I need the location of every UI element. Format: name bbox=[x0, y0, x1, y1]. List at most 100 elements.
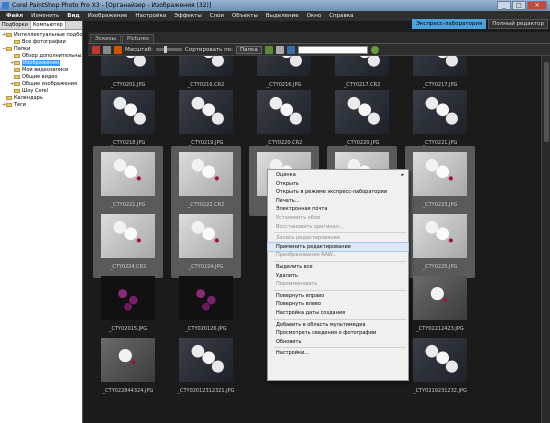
context-menu-item: Преобразование RAW... bbox=[268, 251, 408, 260]
photo-thumbnail[interactable]: _CTY0224.JPG bbox=[171, 208, 241, 278]
photo-thumbnail[interactable]: _CTY0221.JPG bbox=[93, 146, 163, 216]
menu-item[interactable]: Настройка bbox=[131, 11, 170, 21]
menu-item[interactable]: Вид bbox=[63, 11, 84, 21]
context-menu-item[interactable]: Настройка даты создания bbox=[268, 309, 408, 318]
menu-item[interactable]: Объекты bbox=[228, 11, 262, 21]
menu-item[interactable]: Изменить bbox=[27, 11, 63, 21]
vertical-scrollbar[interactable] bbox=[541, 56, 550, 423]
menu-separator bbox=[274, 347, 406, 349]
tree-item[interactable]: Все фотографии bbox=[0, 38, 82, 45]
context-menu-item[interactable]: Повернуть вправо bbox=[268, 292, 408, 301]
tree-item-label: Интеллектуальные подборки bbox=[14, 31, 82, 38]
minimize-button[interactable]: _ bbox=[497, 1, 511, 10]
tree-item[interactable]: − Папки bbox=[0, 45, 82, 52]
window-title: Corel PaintShop Photo Pro X3 - [Органайз… bbox=[12, 2, 212, 9]
info-icon[interactable] bbox=[286, 45, 295, 54]
thumbnail-image bbox=[101, 214, 155, 258]
context-menu-label: Установить обои bbox=[276, 214, 321, 221]
context-menu-label: Повернуть вправо bbox=[276, 292, 325, 299]
menu-item[interactable]: Окно bbox=[303, 11, 326, 21]
photo-thumbnail[interactable]: _CTY0224.CR2 bbox=[93, 208, 163, 278]
zoom-slider[interactable] bbox=[156, 46, 182, 53]
menu-item[interactable]: Изображение bbox=[84, 11, 132, 21]
context-menu-item[interactable]: Настройки... bbox=[268, 349, 408, 358]
navigation-panel: Подборки Компьютер + Интеллектуальные под… bbox=[0, 21, 83, 423]
context-menu-label: Удалить bbox=[276, 272, 298, 279]
zoom-slider-handle[interactable] bbox=[164, 46, 167, 53]
edit-icon[interactable] bbox=[92, 45, 100, 54]
photo-thumbnail[interactable]: _CTY0218.JPG bbox=[93, 84, 163, 154]
context-menu-item[interactable]: Добавить в область мультимедиа bbox=[268, 321, 408, 330]
tree-item[interactable]: Общие видео bbox=[0, 73, 82, 80]
print-icon[interactable] bbox=[275, 45, 284, 54]
thumbnail-image bbox=[101, 338, 155, 382]
menu-item[interactable]: Слои bbox=[206, 11, 228, 21]
context-menu-item[interactable]: Удалить bbox=[268, 272, 408, 281]
context-menu-item[interactable]: Применить редактирование bbox=[267, 241, 409, 253]
menu-item[interactable]: Выделение bbox=[262, 11, 303, 21]
share-icon[interactable] bbox=[264, 45, 273, 54]
menu-item[interactable]: Эффекты bbox=[170, 11, 206, 21]
tab-computer[interactable]: Компьютер bbox=[30, 21, 66, 29]
tree-item[interactable]: + Общие изображения bbox=[0, 80, 82, 87]
photo-thumbnail[interactable]: _CTY02012312321.JPG bbox=[171, 332, 241, 402]
photo-thumbnail[interactable]: _CTY0223.JPG bbox=[405, 146, 475, 216]
context-menu-item[interactable]: Просмотреть сведения о фотографии bbox=[268, 329, 408, 338]
tree-item[interactable]: Шоу Corel bbox=[0, 87, 82, 94]
tree-item[interactable]: Обзор дополнительных папок bbox=[0, 52, 82, 59]
context-menu-item[interactable]: Электронная почта bbox=[268, 205, 408, 214]
photo-thumbnail[interactable]: _CTY02015.JPG bbox=[93, 270, 163, 340]
context-menu-item[interactable]: Открыть bbox=[268, 180, 408, 189]
tree-item[interactable]: + Изображения bbox=[0, 59, 82, 66]
context-menu-label: Оценка bbox=[276, 172, 296, 178]
window-controls: _ □ ✕ bbox=[497, 1, 547, 10]
photo-thumbnail[interactable]: _CTY0219.JPG bbox=[171, 84, 241, 154]
tree-item[interactable]: Календарь bbox=[0, 94, 82, 101]
menu-item[interactable]: Справка bbox=[325, 11, 357, 21]
tab-thumbnails[interactable]: Эскизы bbox=[90, 34, 122, 43]
tab-full-editor[interactable]: Полный редактор bbox=[488, 19, 548, 29]
context-menu-item[interactable]: Печать... bbox=[268, 197, 408, 206]
photo-thumbnail[interactable]: _CTY0220.CR2 bbox=[249, 84, 319, 154]
tree-item[interactable]: + Теги bbox=[0, 101, 82, 108]
context-menu-item[interactable]: Повернуть влево bbox=[268, 300, 408, 309]
thumbnail-image bbox=[335, 90, 389, 134]
photo-thumbnail[interactable]: _CTY022844324.JPG bbox=[93, 332, 163, 402]
photo-thumbnail[interactable]: _CTY0225.JPG bbox=[405, 208, 475, 278]
tree-item[interactable]: Мои видеозаписи bbox=[0, 66, 82, 73]
thumbnail-image bbox=[101, 56, 155, 76]
tab-pictures[interactable]: Pictures bbox=[122, 34, 154, 43]
search-input[interactable] bbox=[297, 45, 368, 54]
sort-label: Сортировать по: bbox=[185, 46, 233, 53]
folder-icon bbox=[14, 60, 20, 65]
delete-icon[interactable] bbox=[114, 45, 122, 54]
tab-collections[interactable]: Подборки bbox=[0, 21, 31, 29]
thumbnail-image bbox=[413, 214, 467, 258]
photo-thumbnail[interactable]: _CTY02212423.JPG bbox=[405, 270, 475, 340]
title-bar: Corel PaintShop Photo Pro X3 - [Органайз… bbox=[0, 0, 550, 11]
tree-item[interactable]: +Интеллектуальные подборки bbox=[0, 31, 82, 38]
photo-thumbnail[interactable]: _CTY0219231232.JPG bbox=[405, 332, 475, 402]
folder-icon bbox=[6, 102, 12, 107]
sort-select[interactable]: Папка bbox=[235, 45, 262, 54]
photo-thumbnail[interactable]: _CTY0221.JPG bbox=[405, 84, 475, 154]
context-menu-item[interactable]: Выделить все bbox=[268, 263, 408, 272]
photo-thumbnail[interactable]: _CTY020126.JPG bbox=[171, 270, 241, 340]
menu-item[interactable]: Файл bbox=[2, 11, 27, 21]
context-menu-item[interactable]: Обновить bbox=[268, 338, 408, 347]
tree-item-label: Календарь bbox=[14, 94, 43, 101]
photo-thumbnail[interactable]: _CTY0222.CR2 bbox=[171, 146, 241, 216]
context-menu-label: Просмотреть сведения о фотографии bbox=[276, 330, 377, 337]
refresh-icon[interactable] bbox=[370, 45, 379, 54]
scrollbar-thumb[interactable] bbox=[544, 62, 549, 142]
maximize-button[interactable]: □ bbox=[512, 1, 526, 10]
context-menu-label: Открыть в режиме экспресс-лаборатории bbox=[276, 189, 388, 196]
tag-icon[interactable] bbox=[103, 45, 111, 54]
photo-thumbnail[interactable]: _CTY0220.JPG bbox=[327, 84, 397, 154]
context-menu-item[interactable]: Оценка ▸ bbox=[268, 171, 408, 180]
submenu-arrow-icon: ▸ bbox=[401, 172, 404, 178]
tab-express-lab[interactable]: Экспресс-лаборатория bbox=[412, 19, 487, 29]
close-button[interactable]: ✕ bbox=[527, 1, 547, 10]
folder-icon bbox=[14, 74, 20, 79]
context-menu-item[interactable]: Открыть в режиме экспресс-лаборатории bbox=[268, 188, 408, 197]
